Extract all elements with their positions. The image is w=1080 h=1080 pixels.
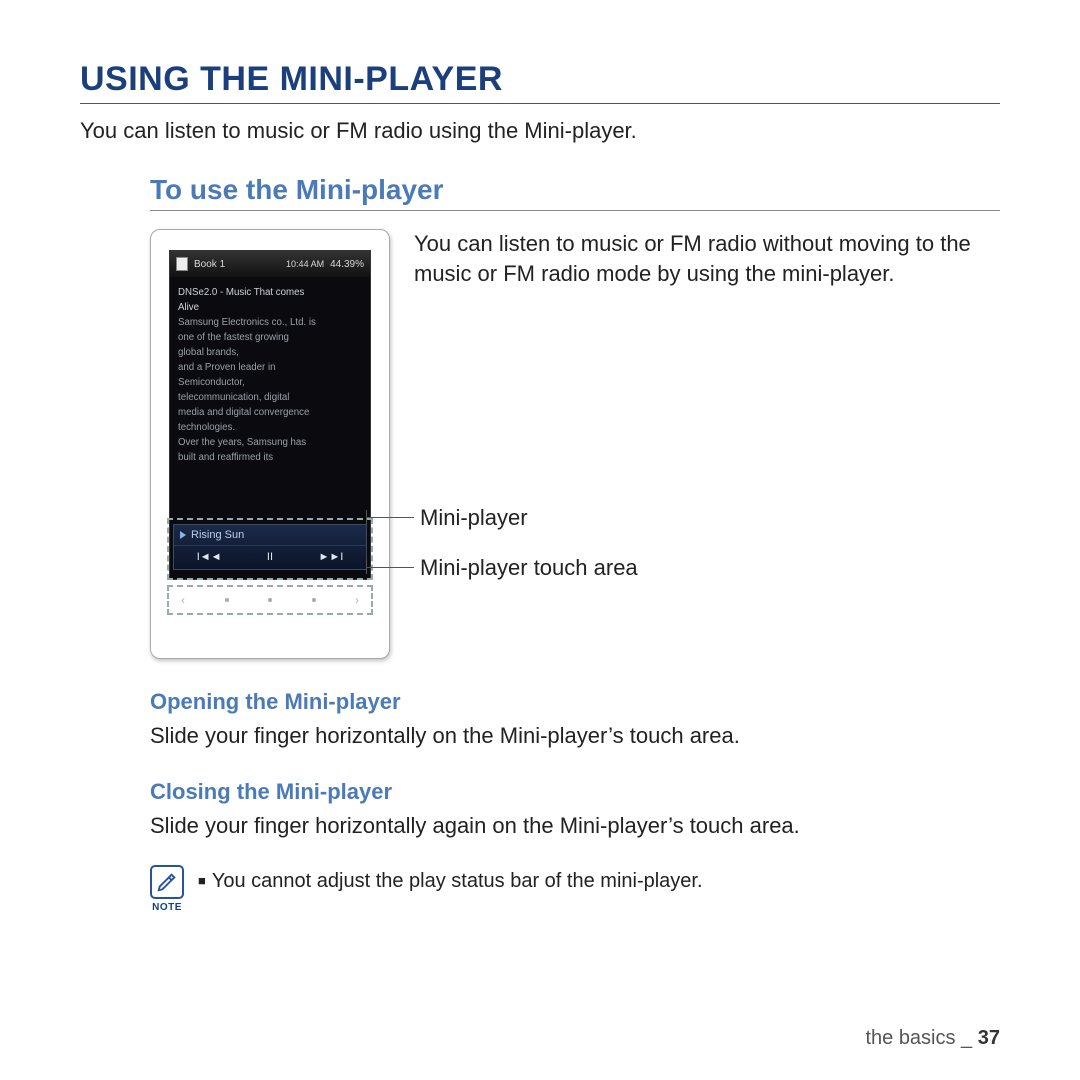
- touch-dot-icon: [312, 598, 316, 602]
- closing-body: Slide your finger horizontally again on …: [150, 813, 1000, 839]
- closing-title: Closing the Mini-player: [150, 779, 1000, 805]
- screen-body-text: DNSe2.0 - Music That comes Alive Samsung…: [170, 277, 370, 465]
- callout-touch-area: Mini-player touch area: [420, 555, 638, 581]
- book-icon: [176, 257, 188, 271]
- next-button[interactable]: ►►І: [318, 551, 343, 563]
- page-footer: the basics _ 37: [865, 1027, 1000, 1050]
- callout-mini-player: Mini-player: [420, 505, 528, 531]
- status-title: Book 1: [194, 259, 225, 270]
- play-indicator-icon: [180, 531, 186, 539]
- note-label: NOTE: [150, 902, 184, 913]
- touch-dot-icon: [268, 598, 272, 602]
- prev-button[interactable]: І◄◄: [197, 551, 222, 563]
- status-pct: 44.39%: [330, 259, 364, 270]
- mini-player[interactable]: Rising Sun І◄◄ ІІ ►►І: [173, 524, 367, 570]
- note-text: ■You cannot adjust the play status bar o…: [198, 865, 703, 893]
- status-time: 10:44 AM: [286, 259, 324, 269]
- intro-text: You can listen to music or FM radio usin…: [80, 118, 1000, 144]
- note-icon: [150, 865, 184, 899]
- touch-right-icon: ›: [355, 593, 359, 607]
- section-title: To use the Mini-player: [150, 174, 1000, 211]
- opening-title: Opening the Mini-player: [150, 689, 1000, 715]
- section-description: You can listen to music or FM radio with…: [414, 229, 1000, 288]
- status-bar: Book 1 10:44 AM 44.39%: [170, 251, 370, 277]
- touch-left-icon: ‹: [181, 593, 185, 607]
- opening-body: Slide your finger horizontally on the Mi…: [150, 723, 1000, 749]
- device-mockup: Book 1 10:44 AM 44.39% DNSe2.0 - Music T…: [150, 229, 390, 659]
- pause-button[interactable]: ІІ: [267, 551, 273, 563]
- page-title: USING THE MINI-PLAYER: [80, 60, 1000, 104]
- mini-player-touch-area[interactable]: ‹ ›: [173, 590, 367, 610]
- mini-player-track: Rising Sun: [174, 525, 366, 546]
- touch-dot-icon: [225, 598, 229, 602]
